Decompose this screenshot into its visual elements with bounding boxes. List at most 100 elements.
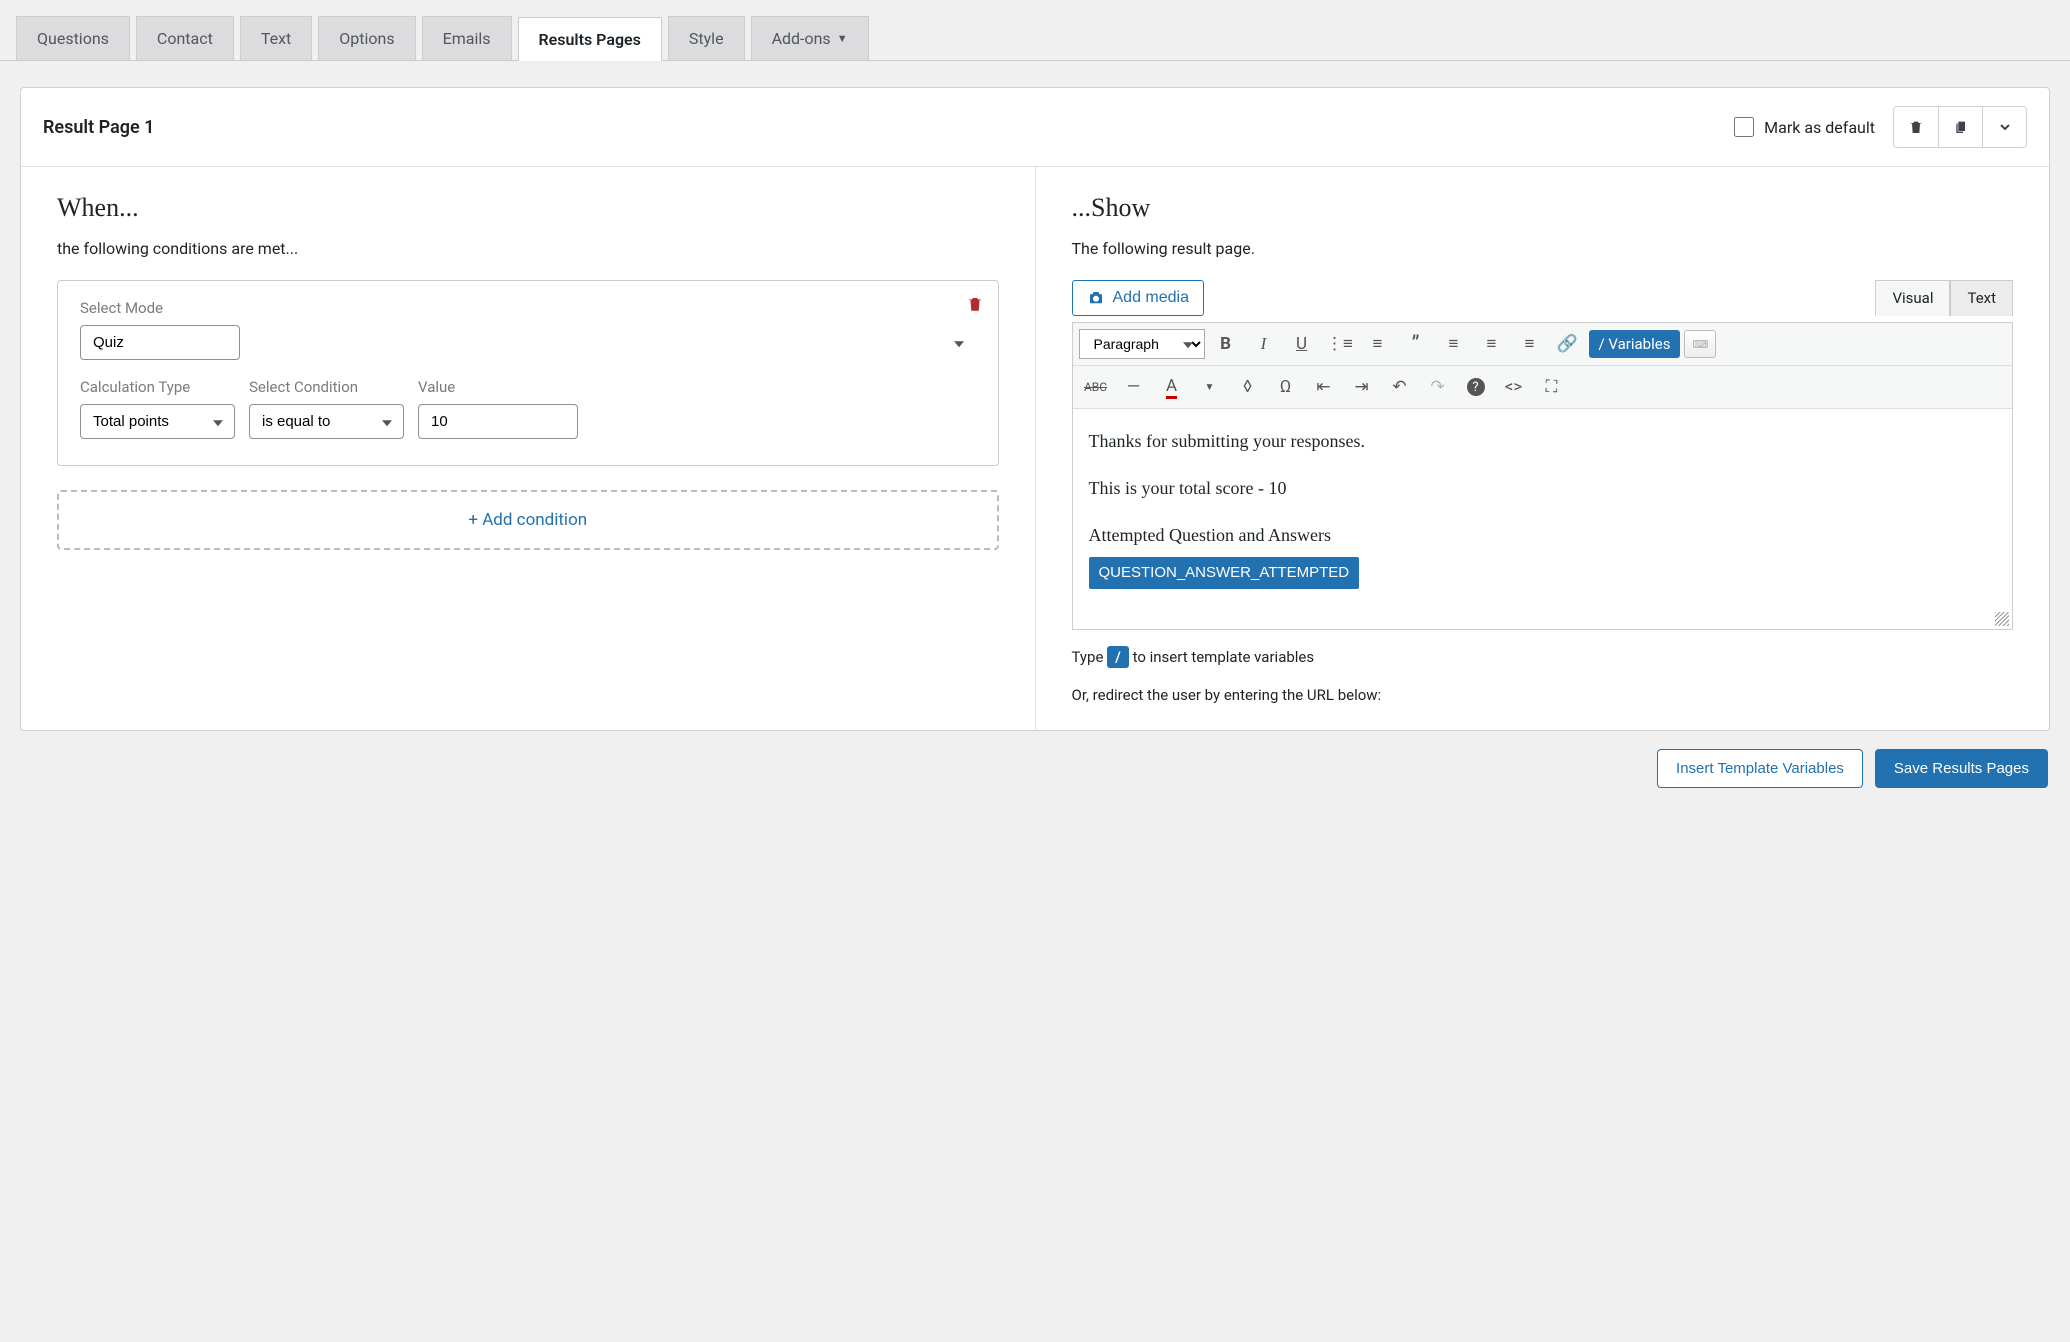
horizontal-rule-button[interactable]: ―: [1117, 370, 1151, 404]
strikethrough-icon: ABC: [1084, 380, 1107, 394]
align-left-button[interactable]: ≡: [1437, 327, 1471, 361]
value-input[interactable]: [418, 404, 578, 439]
panel-body: When... the following conditions are met…: [21, 167, 2049, 730]
editor: Paragraph B I U ⋮≡ ≡ ” ≡ ≡ ≡ 🔗 / Variabl…: [1072, 322, 2014, 630]
delete-page-button[interactable]: [1894, 107, 1938, 147]
editor-tab-visual[interactable]: Visual: [1875, 280, 1950, 316]
content-line-3: Attempted Question and Answers: [1089, 521, 1997, 550]
add-media-button[interactable]: Add media: [1072, 280, 1205, 316]
when-column: When... the following conditions are met…: [21, 167, 1036, 730]
italic-icon: I: [1261, 334, 1267, 354]
caret-down-icon: ▼: [1205, 382, 1215, 393]
numbered-list-button[interactable]: ≡: [1361, 327, 1395, 361]
insert-template-variables-button[interactable]: Insert Template Variables: [1657, 749, 1863, 788]
link-button[interactable]: 🔗: [1551, 327, 1585, 361]
undo-button[interactable]: ↶: [1383, 370, 1417, 404]
keyboard-toggle-button[interactable]: ⌨: [1684, 330, 1716, 358]
select-mode-dropdown[interactable]: Quiz: [80, 325, 240, 360]
indent-icon: ⇥: [1354, 377, 1368, 397]
condition-dropdown[interactable]: is equal to: [249, 404, 404, 439]
template-hint: Type / to insert template variables: [1072, 648, 2014, 666]
condition-box: Select Mode Quiz Calculation Type Total …: [57, 280, 999, 466]
tab-options[interactable]: Options: [318, 16, 415, 60]
redirect-hint: Or, redirect the user by entering the UR…: [1072, 686, 2014, 704]
editor-toolbar-row1: Paragraph B I U ⋮≡ ≡ ” ≡ ≡ ≡ 🔗 / Variabl…: [1073, 323, 2013, 366]
main-tabs: Questions Contact Text Options Emails Re…: [0, 0, 2070, 61]
align-left-icon: ≡: [1449, 334, 1459, 354]
resize-handle[interactable]: [1995, 612, 2009, 626]
editor-tab-text[interactable]: Text: [1950, 280, 2013, 316]
tab-contact[interactable]: Contact: [136, 16, 234, 60]
mark-default-checkbox[interactable]: Mark as default: [1734, 117, 1875, 137]
help-button[interactable]: ?: [1459, 370, 1493, 404]
link-icon: 🔗: [1557, 334, 1578, 354]
tab-addons[interactable]: Add-ons ▼: [751, 16, 869, 60]
outdent-icon: ⇤: [1316, 377, 1330, 397]
value-label: Value: [418, 378, 578, 396]
blockquote-button[interactable]: ”: [1399, 327, 1433, 361]
numbered-list-icon: ≡: [1373, 334, 1383, 354]
expand-page-button[interactable]: [1982, 107, 2026, 147]
tab-emails[interactable]: Emails: [422, 16, 512, 60]
tab-text[interactable]: Text: [240, 16, 312, 60]
copy-icon: [1953, 119, 1969, 135]
when-title: When...: [57, 193, 999, 223]
content-line-1: Thanks for submitting your responses.: [1089, 427, 1997, 456]
when-subtitle: the following conditions are met...: [57, 239, 999, 258]
outdent-button[interactable]: ⇤: [1307, 370, 1341, 404]
tab-questions[interactable]: Questions: [16, 16, 130, 60]
redo-button[interactable]: ↷: [1421, 370, 1455, 404]
text-color-icon: A: [1166, 376, 1177, 399]
tab-results-pages[interactable]: Results Pages: [518, 17, 662, 61]
tab-addons-label: Add-ons: [772, 29, 831, 48]
show-subtitle: The following result page.: [1072, 239, 2014, 258]
clear-format-button[interactable]: ◊: [1231, 370, 1265, 404]
fullscreen-button[interactable]: ⛶: [1535, 370, 1569, 404]
keyboard-icon: ⌨: [1693, 338, 1709, 351]
strikethrough-button[interactable]: ABC: [1079, 370, 1113, 404]
align-center-button[interactable]: ≡: [1475, 327, 1509, 361]
select-mode-label: Select Mode: [80, 299, 976, 317]
variable-pill[interactable]: QUESTION_ANSWER_ATTEMPTED: [1089, 557, 1360, 589]
add-media-label: Add media: [1113, 289, 1190, 307]
bold-button[interactable]: B: [1209, 327, 1243, 361]
paragraph-format-dropdown[interactable]: Paragraph: [1079, 329, 1205, 359]
editor-mode-tabs: Visual Text: [1875, 280, 2013, 316]
result-page-panel: Result Page 1 Mark as default When... th…: [20, 87, 2050, 731]
variables-button[interactable]: / Variables: [1589, 330, 1681, 358]
bullet-list-icon: ⋮≡: [1326, 334, 1353, 354]
quote-icon: ”: [1412, 332, 1420, 357]
code-icon: <>: [1505, 377, 1523, 397]
editor-toolbar-row2: ABC ― A ▼ ◊ Ω ⇤ ⇥ ↶ ↷ ? <> ⛶: [1073, 366, 2013, 409]
calc-type-dropdown[interactable]: Total points: [80, 404, 235, 439]
delete-condition-button[interactable]: [966, 295, 984, 317]
help-icon: ?: [1467, 378, 1485, 396]
bullet-list-button[interactable]: ⋮≡: [1323, 327, 1357, 361]
code-button[interactable]: <>: [1497, 370, 1531, 404]
editor-content[interactable]: Thanks for submitting your responses. Th…: [1073, 409, 2013, 629]
panel-title: Result Page 1: [43, 117, 1734, 138]
content-line-2: This is your total score - 10: [1089, 474, 1997, 503]
text-color-dropdown[interactable]: ▼: [1193, 370, 1227, 404]
bold-icon: B: [1220, 334, 1231, 354]
italic-button[interactable]: I: [1247, 327, 1281, 361]
fullscreen-icon: ⛶: [1546, 377, 1558, 397]
align-right-button[interactable]: ≡: [1513, 327, 1547, 361]
special-char-button[interactable]: Ω: [1269, 370, 1303, 404]
hint-suffix: to insert template variables: [1133, 648, 1315, 666]
mark-default-input[interactable]: [1734, 117, 1754, 137]
save-results-pages-button[interactable]: Save Results Pages: [1875, 749, 2048, 788]
caret-down-icon: ▼: [837, 32, 848, 45]
underline-icon: U: [1296, 334, 1307, 354]
add-condition-button[interactable]: + Add condition: [57, 490, 999, 550]
tab-style[interactable]: Style: [668, 16, 745, 60]
text-color-button[interactable]: A: [1155, 370, 1189, 404]
panel-header: Result Page 1 Mark as default: [21, 88, 2049, 167]
underline-button[interactable]: U: [1285, 327, 1319, 361]
eraser-icon: ◊: [1243, 377, 1252, 397]
camera-icon: [1087, 289, 1105, 307]
indent-button[interactable]: ⇥: [1345, 370, 1379, 404]
mark-default-label: Mark as default: [1764, 118, 1875, 137]
footer-actions: Insert Template Variables Save Results P…: [0, 731, 2070, 806]
duplicate-page-button[interactable]: [1938, 107, 1982, 147]
